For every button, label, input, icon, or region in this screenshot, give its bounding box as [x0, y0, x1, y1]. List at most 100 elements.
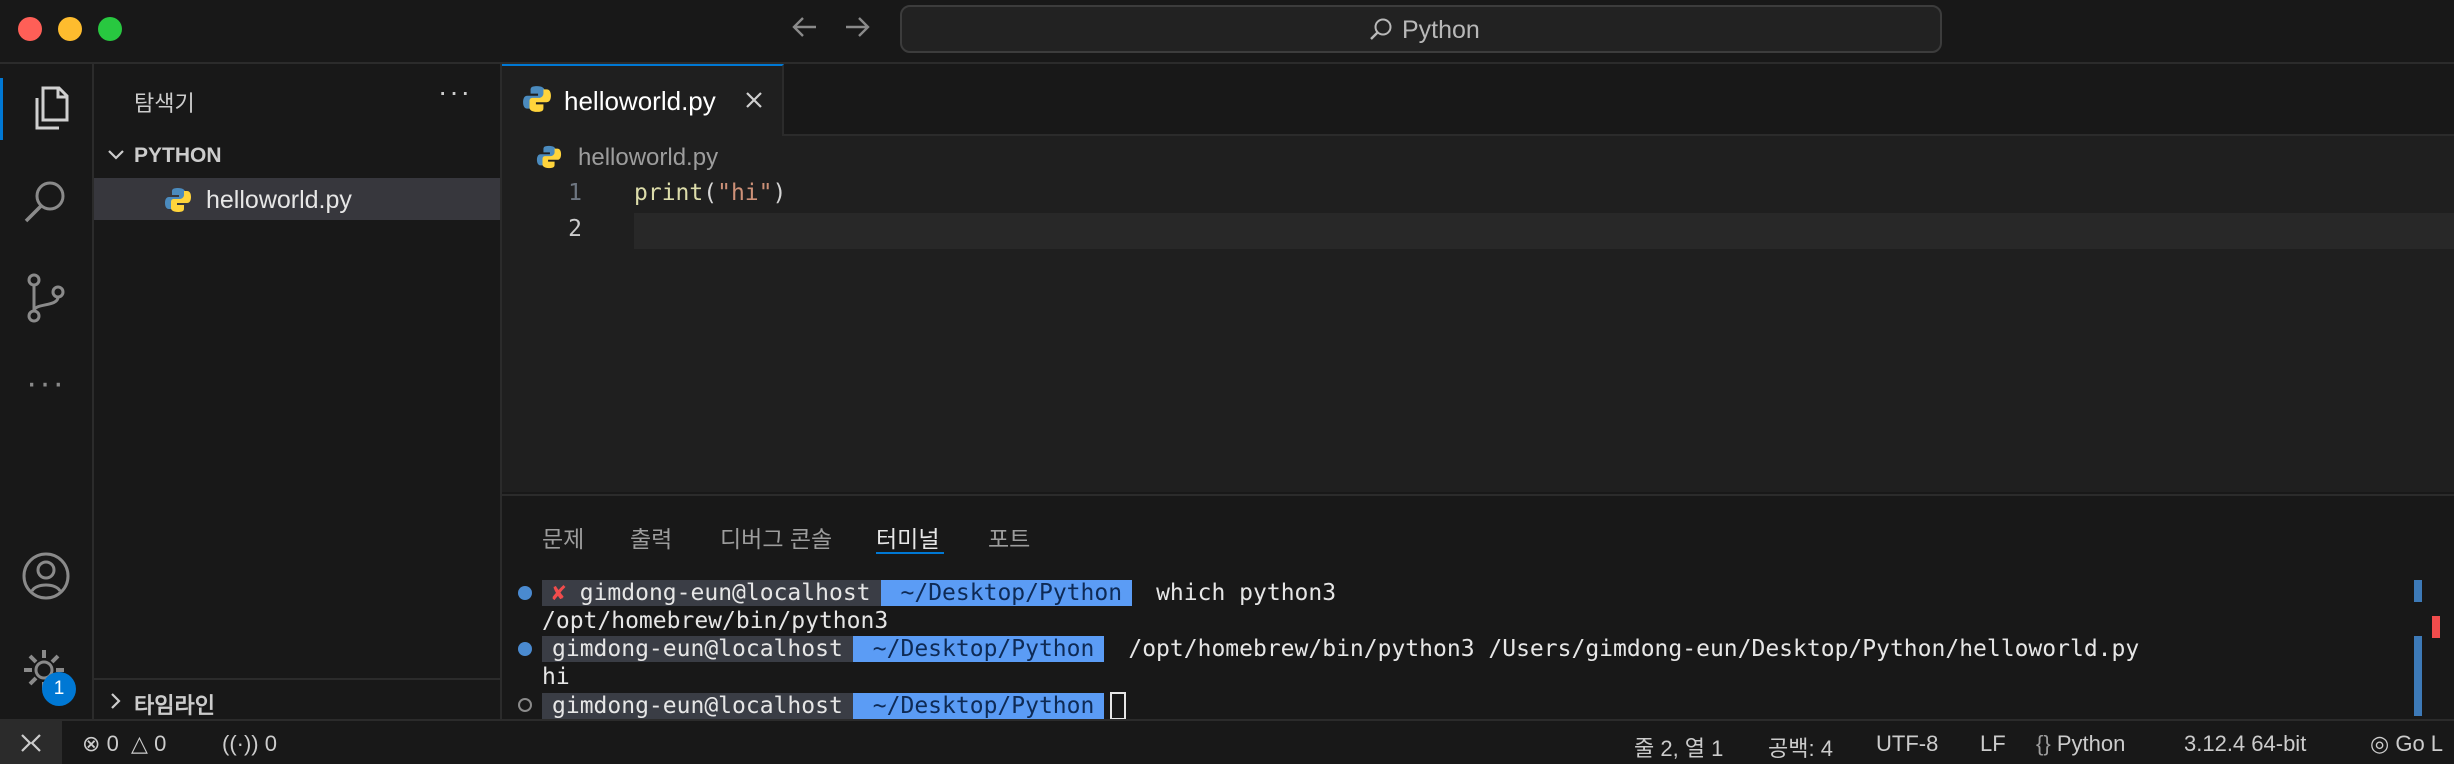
prompt-user: gimdong-eun@localhost	[542, 692, 853, 719]
code-string: "hi"	[717, 180, 773, 206]
code-function: print	[634, 180, 704, 206]
error-icon: ⊗	[82, 731, 101, 756]
interpreter-status[interactable]: 3.12.4 64-bit	[2184, 731, 2306, 757]
prompt-user-segment: ✘ gimdong-eun@localhost	[542, 580, 881, 606]
terminal-command: /opt/homebrew/bin/python3 /Users/gimdong…	[1128, 636, 2140, 662]
terminal-prompt: ✘ gimdong-eun@localhost ~/Desktop/Python w…	[542, 580, 1336, 608]
python-file-icon	[165, 188, 191, 212]
terminal-command: which python3	[1156, 580, 1337, 606]
explorer-activity-button[interactable]	[0, 78, 95, 140]
command-decoration-icon	[518, 698, 532, 712]
language-status[interactable]: {} Python	[2036, 731, 2125, 757]
terminal-cursor	[1110, 692, 1127, 720]
close-icon[interactable]	[740, 82, 768, 118]
title-bar: Python	[0, 0, 2454, 64]
error-mark-icon: ✘	[552, 580, 566, 606]
code-punctuation: (	[703, 180, 718, 206]
broadcast-icon: ◎	[2370, 731, 2390, 756]
scrollbar-marker	[2432, 616, 2440, 638]
more-actions-icon[interactable]: ···	[438, 76, 472, 108]
cursor-position-status[interactable]: 줄 2, 열 1	[1634, 731, 1723, 763]
search-text: Python	[1402, 16, 1480, 44]
terminal-output: hi	[542, 664, 570, 690]
tab-label: helloworld.py	[564, 86, 716, 116]
code-punctuation: )	[772, 180, 787, 206]
minimize-window-button[interactable]	[58, 17, 82, 41]
line-number: 1	[568, 180, 582, 206]
ports-count: 0	[264, 731, 278, 756]
broadcast-icon: ((·))	[222, 731, 259, 756]
current-line-highlight	[634, 213, 2454, 249]
chevron-down-icon	[108, 150, 124, 160]
close-window-button[interactable]	[18, 17, 42, 41]
bottom-panel: 문제 출력 디버그 콘솔 터미널 포트 ✘ gimdong-eun@localh…	[502, 494, 2454, 721]
tab-output[interactable]: 출력	[630, 520, 672, 554]
accounts-activity-button[interactable]	[20, 550, 72, 602]
go-live-status[interactable]: ◎ Go L	[2370, 731, 2443, 757]
warning-icon: △	[131, 731, 148, 756]
files-icon	[35, 86, 69, 130]
search-activity-button[interactable]	[20, 176, 72, 228]
editor-tab-bar: helloworld.py	[502, 64, 2454, 138]
python-file-icon	[523, 86, 551, 112]
sidebar-title: 탐색기	[134, 91, 195, 116]
language-label: Python	[2056, 731, 2126, 756]
activity-bar: ··· 1	[0, 64, 94, 719]
maximize-window-button[interactable]	[98, 17, 122, 41]
tab-problems[interactable]: 문제	[542, 520, 584, 554]
terminal[interactable]: ✘ gimdong-eun@localhost ~/Desktop/Python w…	[502, 572, 2454, 721]
command-decoration-icon	[518, 586, 532, 600]
timeline-label: 타임라인	[134, 693, 215, 718]
command-decoration-icon	[518, 642, 532, 656]
tab-debug-console[interactable]: 디버그 콘솔	[720, 520, 832, 554]
command-center-search[interactable]: Python	[900, 5, 1942, 53]
eol-status[interactable]: LF	[1980, 731, 2006, 757]
ports-status[interactable]: ((·)) 0	[222, 731, 277, 757]
code-line: print("hi")	[634, 180, 786, 206]
search-icon	[24, 181, 65, 223]
prompt-user: gimdong-eun@localhost	[542, 636, 853, 662]
file-label: helloworld.py	[206, 186, 352, 214]
status-bar: ⊗ 0 △ 0 ((·)) 0 줄 2, 열 1 공백: 4 UTF-8 LF …	[0, 719, 2454, 764]
explorer-sidebar: 탐색기 ··· PYTHON helloworld.py 타임라인	[94, 64, 502, 719]
go-live-label: Go L	[2395, 731, 2444, 756]
breadcrumb[interactable]: helloworld.py	[578, 144, 718, 172]
prompt-path: ~/Desktop/Python	[852, 636, 1105, 662]
folder-row[interactable]: PYTHON	[94, 138, 500, 174]
account-icon	[22, 552, 70, 600]
scrollbar-marker[interactable]	[2414, 636, 2422, 716]
code-editor[interactable]: helloworld.py 1 2 print("hi")	[502, 136, 2454, 492]
indentation-status[interactable]: 공백: 4	[1768, 731, 1833, 763]
editor-tab-helloworld[interactable]: helloworld.py	[502, 64, 784, 138]
encoding-status[interactable]: UTF-8	[1876, 731, 1938, 757]
terminal-output: /opt/homebrew/bin/python3	[542, 608, 889, 634]
tab-terminal[interactable]: 터미널	[876, 520, 939, 554]
tab-ports[interactable]: 포트	[988, 520, 1030, 554]
search-icon	[1368, 17, 1394, 48]
python-file-icon	[536, 145, 562, 169]
source-control-activity-button[interactable]	[20, 272, 72, 324]
source-control-icon	[27, 273, 65, 323]
remote-button[interactable]	[0, 721, 62, 764]
scrollbar-marker	[2414, 580, 2422, 602]
forward-arrow-icon[interactable]	[842, 10, 872, 53]
active-tab-indicator	[876, 552, 944, 554]
back-arrow-icon[interactable]	[790, 10, 820, 53]
notification-badge: 1	[42, 672, 76, 706]
chevron-right-icon	[111, 693, 121, 709]
terminal-prompt: gimdong-eun@localhost ~/Desktop/Python	[542, 692, 1127, 720]
prompt-path: ~/Desktop/Python	[852, 692, 1105, 719]
file-tree-item[interactable]: helloworld.py	[94, 178, 500, 220]
remote-icon	[21, 734, 41, 752]
prompt-path: ~/Desktop/Python	[880, 580, 1133, 606]
terminal-prompt: gimdong-eun@localhost ~/Desktop/Python/op…	[542, 636, 2139, 664]
braces-icon: {}	[2036, 731, 2051, 756]
folder-label: PYTHON	[134, 144, 222, 167]
timeline-section[interactable]: 타임라인	[94, 678, 500, 721]
more-activities-icon[interactable]: ···	[20, 364, 72, 416]
line-number: 2	[568, 216, 582, 242]
error-count: 0	[106, 731, 119, 756]
prompt-user: gimdong-eun@localhost	[579, 580, 871, 606]
warning-count: 0	[154, 731, 167, 756]
problems-status[interactable]: ⊗ 0 △ 0	[82, 731, 166, 757]
